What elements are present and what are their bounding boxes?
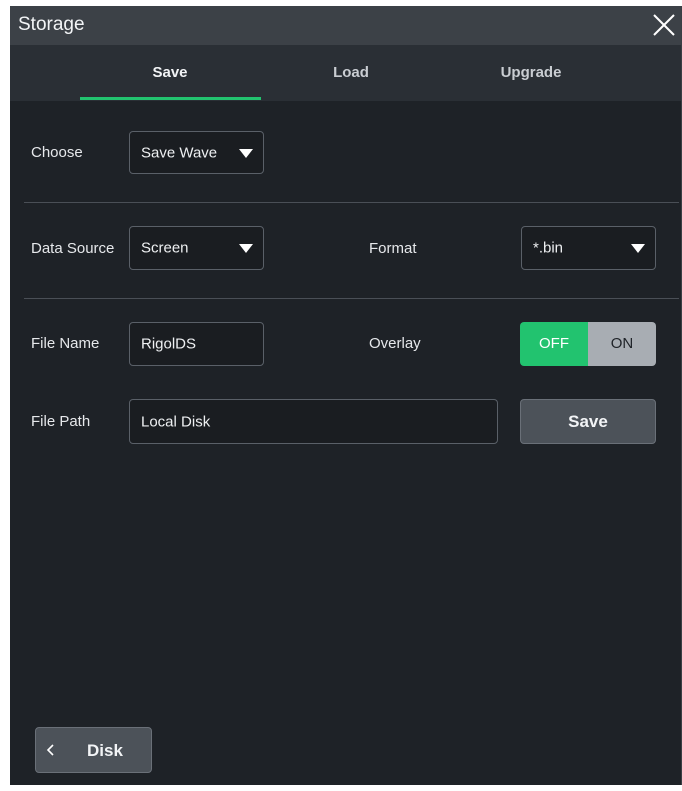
file-path-input[interactable]: Local Disk	[129, 399, 498, 444]
active-tab-indicator	[80, 97, 261, 100]
divider	[24, 298, 679, 299]
tab-load[interactable]: Load	[261, 45, 441, 101]
format-value: *.bin	[533, 239, 564, 257]
data-source-dropdown[interactable]: Screen	[129, 226, 264, 270]
data-source-label: Data Source	[31, 240, 115, 257]
tab-upgrade[interactable]: Upgrade	[441, 45, 621, 101]
overlay-toggle[interactable]: OFF ON	[520, 322, 656, 366]
file-path-label: File Path	[31, 413, 91, 430]
overlay-label: Overlay	[369, 335, 421, 352]
choose-label: Choose	[31, 144, 83, 161]
storage-dialog: Storage Save Load Upgrade Choose Save Wa…	[10, 6, 682, 785]
format-label: Format	[369, 240, 417, 257]
file-name-value: RigolDS	[141, 335, 197, 353]
overlay-off-option[interactable]: OFF	[520, 322, 588, 366]
divider	[24, 202, 679, 203]
chevron-down-icon	[631, 244, 645, 253]
dialog-title: Storage	[18, 14, 85, 35]
tab-bar: Save Load Upgrade	[10, 45, 681, 101]
file-name-label: File Name	[31, 335, 100, 352]
choose-value: Save Wave	[141, 144, 218, 161]
overlay-on-option[interactable]: ON	[588, 322, 656, 366]
disk-back-button[interactable]: Disk	[35, 727, 152, 773]
chevron-down-icon	[239, 148, 253, 158]
data-source-value: Screen	[141, 239, 189, 257]
save-button[interactable]: Save	[520, 399, 656, 444]
tab-save[interactable]: Save	[80, 45, 260, 101]
close-icon[interactable]	[651, 12, 677, 38]
choose-dropdown[interactable]: Save Wave	[129, 131, 264, 174]
format-dropdown[interactable]: *.bin	[521, 226, 656, 270]
chevron-left-icon	[45, 740, 57, 760]
title-bar: Storage	[10, 6, 681, 45]
file-path-value: Local Disk	[141, 413, 211, 430]
chevron-down-icon	[239, 244, 253, 253]
file-name-input[interactable]: RigolDS	[129, 322, 264, 366]
disk-button-label: Disk	[87, 741, 123, 760]
